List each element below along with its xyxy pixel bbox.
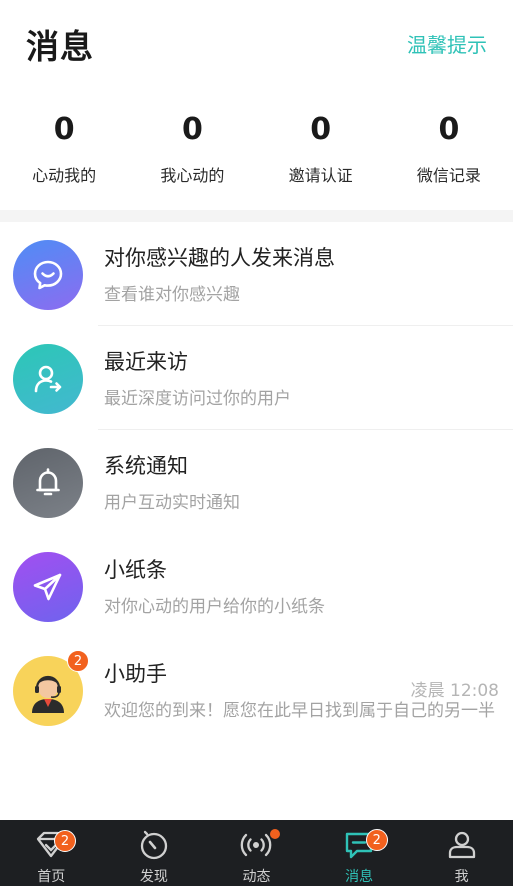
tab-me[interactable]: 我 [410, 820, 513, 886]
list-item-subtitle: 欢迎您的到来！愿您在此早日找到属于自己的另一半 [104, 701, 495, 721]
message-list: 对你感兴趣的人发来消息 查看谁对你感兴趣 最近来访 最近深度访问过你的用户 系统… [0, 222, 513, 742]
tab-label: 动态 [242, 869, 271, 885]
list-item-title: 对你感兴趣的人发来消息 [104, 246, 335, 270]
page-title: 消息 [26, 27, 94, 66]
stat-label: 微信记录 [416, 166, 481, 185]
visitor-icon [13, 344, 83, 414]
list-item-title: 小纸条 [104, 558, 167, 582]
tab-label: 发现 [139, 869, 168, 885]
tab-moments[interactable]: 动态 [205, 820, 308, 886]
stat-label: 邀请认证 [288, 166, 353, 185]
list-item-interested[interactable]: 对你感兴趣的人发来消息 查看谁对你感兴趣 [0, 222, 513, 326]
chat-bubble-icon [13, 240, 83, 310]
stat-liked-me[interactable]: 0 心动我的 [0, 108, 128, 198]
compass-icon [140, 830, 168, 860]
stat-value: 0 [438, 112, 460, 147]
new-dot [270, 829, 281, 839]
list-item-recent-visitors[interactable]: 最近来访 最近深度访问过你的用户 [0, 326, 513, 430]
list-item-subtitle: 对你心动的用户给你的小纸条 [104, 597, 325, 617]
list-item-notes[interactable]: 小纸条 对你心动的用户给你的小纸条 [0, 534, 513, 638]
list-item-subtitle: 查看谁对你感兴趣 [104, 285, 240, 305]
list-item-subtitle: 用户互动实时通知 [104, 493, 240, 513]
unread-badge: 2 [67, 650, 89, 672]
person-icon [448, 831, 475, 859]
list-item-assistant[interactable]: 2 小助手 凌晨 12:08 欢迎您的到来！愿您在此早日找到属于自己的另一半 [0, 638, 513, 742]
tab-label: 我 [454, 869, 469, 885]
warm-tips-link[interactable]: 温馨提示 [407, 29, 487, 58]
paper-plane-icon [13, 552, 83, 622]
bottom-tab-bar: 2 首页 发现 动态 2 消息 我 [0, 820, 513, 886]
stat-wechat-records[interactable]: 0 微信记录 [385, 108, 513, 198]
list-item-subtitle: 最近深度访问过你的用户 [104, 389, 291, 409]
stat-value: 0 [310, 112, 332, 147]
tab-discover[interactable]: 发现 [103, 820, 206, 886]
stat-value: 0 [181, 112, 203, 147]
bell-icon [13, 448, 83, 518]
section-divider [0, 210, 513, 222]
tab-label: 消息 [345, 869, 374, 885]
broadcast-icon [241, 833, 272, 857]
list-item-title: 系统通知 [104, 454, 188, 478]
tab-messages[interactable]: 2 消息 [308, 820, 411, 886]
stat-i-liked[interactable]: 0 我心动的 [128, 108, 256, 198]
stat-label: 心动我的 [32, 166, 97, 185]
list-item-system-notice[interactable]: 系统通知 用户互动实时通知 [0, 430, 513, 534]
stat-label: 我心动的 [160, 166, 225, 185]
stat-invite-verify[interactable]: 0 邀请认证 [257, 108, 385, 198]
tab-label: 首页 [37, 869, 66, 885]
list-item-title: 小助手 [104, 662, 167, 686]
stat-value: 0 [53, 112, 75, 147]
list-item-title: 最近来访 [104, 350, 188, 374]
stats-row: 0 心动我的 0 我心动的 0 邀请认证 0 微信记录 [0, 108, 513, 198]
tab-badge: 2 [365, 829, 388, 851]
tab-home[interactable]: 2 首页 [0, 820, 103, 886]
tab-badge: 2 [54, 830, 76, 852]
header: 消息 温馨提示 [0, 0, 513, 90]
